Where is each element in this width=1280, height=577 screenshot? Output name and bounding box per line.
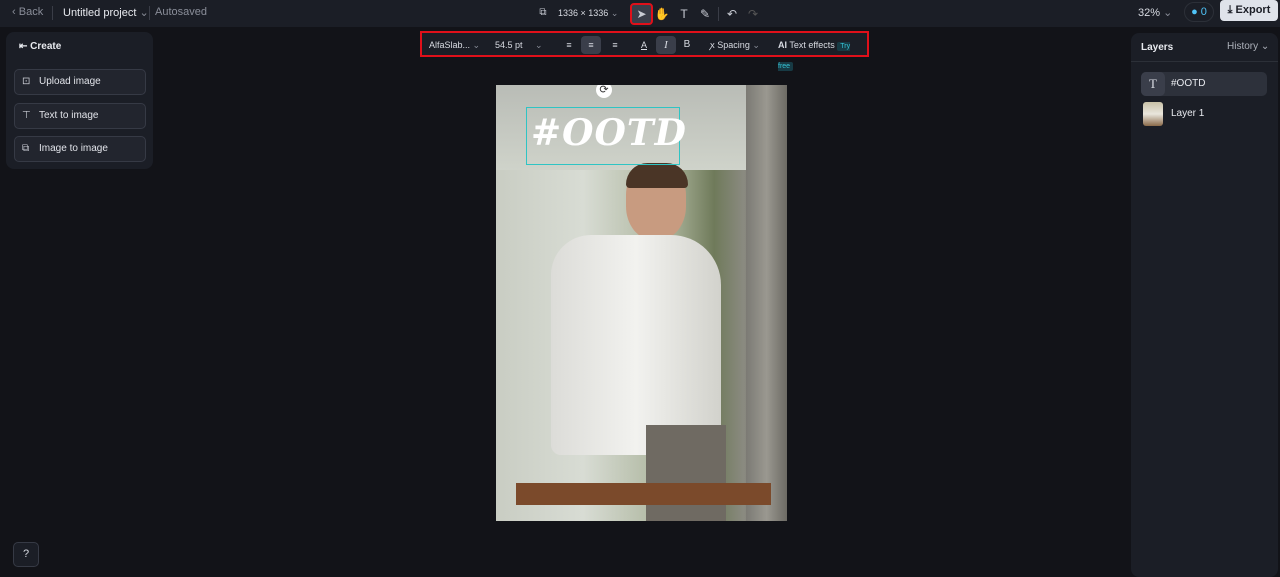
brush-tool-icon[interactable]: ✎ (694, 3, 716, 25)
layer-label: #OOTD (1171, 78, 1206, 89)
trousers (646, 425, 726, 521)
text-effects-button[interactable]: AI Text effects Try free (778, 36, 867, 71)
layers-title: Layers (1141, 42, 1174, 53)
credits-count: 0 (1200, 6, 1207, 18)
text-to-image-label: Text to image (39, 110, 99, 121)
image-to-image-label: Image to image (39, 143, 108, 154)
upload-image-label: Upload image (39, 76, 101, 87)
upload-image-button[interactable]: ⊡ Upload image (14, 69, 146, 95)
text-effects-label: Text effects (789, 40, 835, 50)
canvas-image[interactable]: #OOTD ⟳ (496, 85, 787, 521)
history-label: History (1227, 41, 1259, 52)
text-tool-icon[interactable]: T (673, 3, 695, 25)
divider (52, 6, 53, 20)
credits-badge[interactable]: ● 0 (1184, 2, 1214, 22)
create-panel: ⇤ Create ⊡ Upload image ⊤ Text to image ⧉ I… (6, 32, 153, 169)
select-tool-icon[interactable]: ➤ (630, 3, 653, 25)
layer-item-1[interactable]: Layer 1 (1141, 102, 1267, 126)
text-selection-box[interactable]: #OOTD (526, 107, 686, 165)
spacing-dropdown[interactable]: ꭗ Spacing ⌄ (710, 36, 760, 54)
help-icon: ? (22, 548, 30, 560)
canvas-size-dropdown[interactable]: 1336 × 1336 ⌄ (558, 8, 618, 19)
spacing-icon: ꭗ (710, 40, 715, 50)
create-header[interactable]: ⇤ Create (19, 41, 61, 52)
spacing-label: Spacing (717, 40, 750, 50)
divider (718, 7, 719, 21)
text-color-icon[interactable]: A (636, 36, 652, 54)
hair (626, 163, 688, 188)
text-layer-icon: T (1141, 72, 1165, 96)
align-center-icon[interactable]: ≡ (581, 36, 601, 54)
resize-icon[interactable]: ⧉ (532, 2, 554, 24)
image-to-image-button[interactable]: ⧉ Image to image (14, 136, 146, 162)
redo-icon[interactable]: ↷ (742, 3, 764, 25)
undo-icon[interactable]: ↶ (721, 3, 743, 25)
upload-icon: ⊡ (22, 76, 31, 87)
divider (1131, 61, 1278, 62)
image-image-icon: ⧉ (22, 143, 30, 154)
bench-rail (516, 483, 771, 505)
italic-icon[interactable]: I (656, 36, 676, 54)
font-size-dropdown[interactable]: 54.5 pt ⌄ (495, 36, 543, 54)
zoom-dropdown[interactable]: 32% ⌄ (1138, 6, 1172, 19)
project-label: Untitled project (63, 7, 137, 19)
history-dropdown[interactable]: History ⌄ (1227, 41, 1269, 52)
text-toolbar: AlfaSlab... ⌄ 54.5 pt ⌄ ≡ ≡ ≡ A I B ꭗ Sp… (420, 31, 869, 71)
layer-label: Layer 1 (1171, 108, 1205, 119)
autosave-status: Autosaved (155, 6, 207, 18)
back-label: Back (18, 6, 44, 18)
ai-icon: AI (778, 40, 787, 50)
font-label: AlfaSlab... (429, 40, 471, 50)
pillar (746, 85, 787, 521)
layer-thumbnail (1143, 102, 1163, 126)
align-right-icon[interactable]: ≡ (608, 36, 622, 54)
font-dropdown[interactable]: AlfaSlab... ⌄ (429, 36, 480, 54)
text-to-image-button[interactable]: ⊤ Text to image (14, 103, 146, 129)
canvas-size-label: 1336 × 1336 (558, 8, 609, 18)
layers-panel: Layers History ⌄ T #OOTD Layer 1 (1131, 33, 1278, 577)
align-left-icon[interactable]: ≡ (562, 36, 576, 54)
shirt (551, 235, 721, 455)
divider (149, 6, 150, 20)
create-title: Create (30, 41, 62, 52)
back-button[interactable]: ‹ Back (12, 6, 43, 18)
help-button[interactable]: ? (13, 542, 39, 567)
top-bar: ‹ Back Untitled project ⌄ Autosaved ⧉ 13… (0, 0, 1280, 27)
ootd-text[interactable]: #OOTD (531, 112, 687, 154)
zoom-label: 32% (1138, 7, 1161, 19)
bold-icon[interactable]: B (680, 36, 694, 54)
hand-tool-icon[interactable]: ✋ (651, 3, 673, 25)
font-size-label: 54.5 pt (495, 40, 523, 50)
export-button[interactable]: ⤓ Export (1220, 0, 1278, 21)
project-name[interactable]: Untitled project ⌄ (63, 6, 149, 19)
layer-item-ootd[interactable]: T #OOTD (1141, 72, 1267, 96)
text-image-icon: ⊤ (22, 110, 31, 121)
export-label: Export (1235, 4, 1271, 16)
